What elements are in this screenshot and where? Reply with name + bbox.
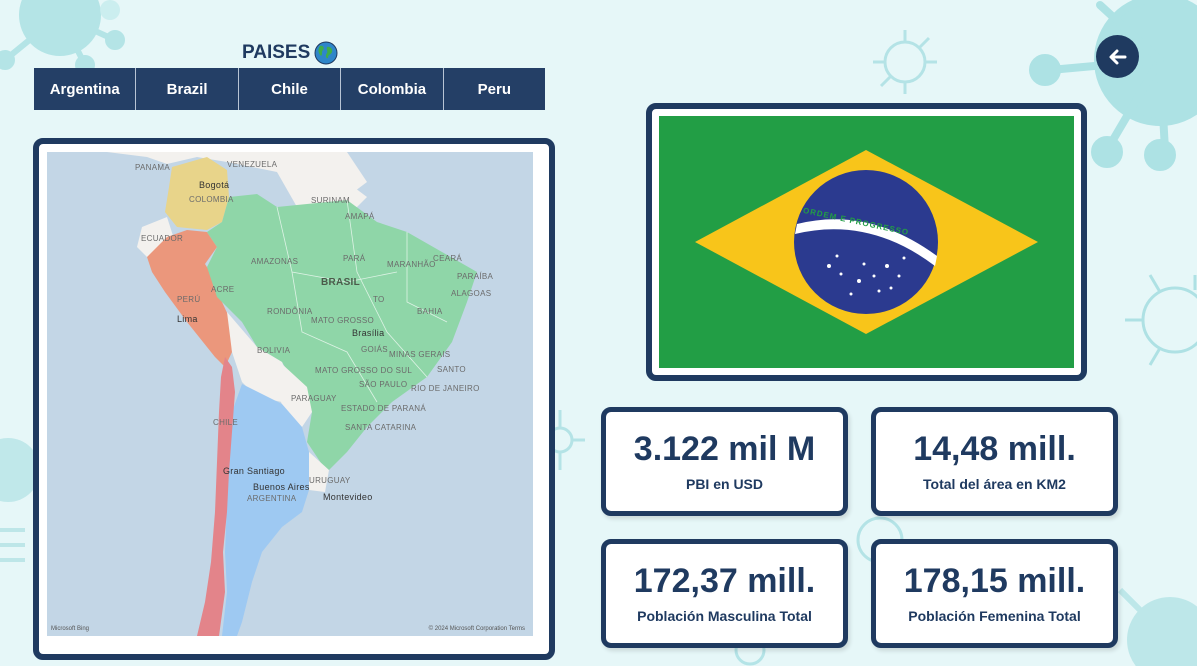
kpi-male-population-value: 172,37 mill. <box>633 561 816 600</box>
map-label-suriname: SURINAM <box>311 196 350 205</box>
map-label-para: PARÁ <box>343 254 366 263</box>
back-button[interactable] <box>1096 35 1139 78</box>
arrow-left-icon <box>1109 49 1126 64</box>
map-label-brasil: BRASIL <box>321 277 361 288</box>
map-label-bogota: Bogotá <box>199 180 230 190</box>
map-label-montevideo: Montevideo <box>323 492 373 502</box>
tab-argentina[interactable]: Argentina <box>34 68 137 110</box>
kpi-area-label: Total del área en KM2 <box>923 475 1066 492</box>
map-label-brasilia: Brasília <box>352 328 385 338</box>
map-label-to: TO <box>373 295 385 304</box>
kpi-area-card: 14,48 mill. Total del área en KM2 <box>871 407 1118 516</box>
map-label-chile: CHILE <box>213 418 239 427</box>
tab-chile[interactable]: Chile <box>238 68 342 110</box>
kpi-gdp-card: 3.122 mil M PBI en USD <box>601 407 848 516</box>
map-label-argentina: ARGENTINA <box>247 494 297 503</box>
map-label-peru: PERÚ <box>177 295 201 304</box>
tab-colombia[interactable]: Colombia <box>341 68 444 110</box>
map-attribution-terms[interactable]: © 2024 Microsoft Corporation Terms <box>429 626 525 632</box>
tab-brazil[interactable]: Brazil <box>136 68 239 110</box>
map-label-panama: PANAMA <box>135 163 170 172</box>
kpi-area-value: 14,48 mill. <box>913 429 1076 468</box>
map-label-alagoas: ALAGOAS <box>451 289 492 298</box>
kpi-female-population-card: 178,15 mill. Población Femenina Total <box>871 539 1118 648</box>
map-label-lima: Lima <box>177 314 198 324</box>
map-label-maranhao: MARANHÃO <box>387 260 436 269</box>
map-label-acre: ACRE <box>211 285 235 294</box>
kpi-male-population-card: 172,37 mill. Población Masculina Total <box>601 539 848 648</box>
globe-icon <box>314 41 338 65</box>
kpi-female-population-label: Población Femenina Total <box>908 607 1081 624</box>
flag-card: ORDEM E PROGRESSO <box>646 103 1087 381</box>
map-label-gran-santiago: Gran Santiago <box>223 466 285 476</box>
map-label-paraguay: PARAGUAY <box>291 394 337 403</box>
map-card: VENEZUELA PANAMA Bogotá COLOMBIA SURINAM… <box>33 138 555 660</box>
map-label-santo: SANTO <box>437 365 466 374</box>
map-label-goias: GOIÁS <box>361 345 388 354</box>
map-label-bahia: BAHIA <box>417 307 443 316</box>
map-label-rio: RIO DE JANEIRO <box>411 384 480 393</box>
map-label-uruguay: URUGUAY <box>309 476 351 485</box>
map-label-venezuela: VENEZUELA <box>227 160 278 169</box>
kpi-gdp-value: 3.122 mil M <box>633 429 816 468</box>
map-label-parana: ESTADO DE PARANÁ <box>341 404 426 413</box>
map-label-santa-catarina: SANTA CATARINA <box>345 423 417 432</box>
south-america-map[interactable]: VENEZUELA PANAMA Bogotá COLOMBIA SURINAM… <box>47 152 533 636</box>
map-label-ceara: CEARÁ <box>433 254 463 263</box>
kpi-male-population-label: Población Masculina Total <box>637 607 812 624</box>
map-label-amapa: AMAPÁ <box>345 212 375 221</box>
map-label-colombia: COLOMBIA <box>189 195 234 204</box>
country-tabs: Argentina Brazil Chile Colombia Peru <box>34 68 546 110</box>
map-label-minas: MINAS GERAIS <box>389 350 451 359</box>
map-label-bolivia: BOLIVIA <box>257 346 291 355</box>
map-label-buenos-aires: Buenos Aires <box>253 482 310 492</box>
map-attribution-bing: Microsoft Bing <box>51 626 90 632</box>
tab-peru[interactable]: Peru <box>443 68 546 110</box>
brazil-flag <box>659 116 1074 368</box>
map-label-amazonas: AMAZONAS <box>251 257 299 266</box>
map-label-paraiba: PARAÍBA <box>457 272 494 281</box>
map-label-ecuador: ECUADOR <box>141 234 184 243</box>
kpi-gdp-label: PBI en USD <box>685 475 763 492</box>
countries-title: PAISES <box>242 42 311 63</box>
map-label-sao-paulo: SÃO PAULO <box>359 380 408 389</box>
map-canvas <box>47 152 533 636</box>
countries-header: PAISES <box>242 41 338 65</box>
map-label-mato-grosso: MATO GROSSO <box>311 316 375 325</box>
map-label-mato-grosso-sul: MATO GROSSO DO SUL <box>315 366 413 375</box>
kpi-female-population-value: 178,15 mill. <box>903 561 1086 600</box>
map-label-rondonia: RONDÔNIA <box>267 307 313 316</box>
